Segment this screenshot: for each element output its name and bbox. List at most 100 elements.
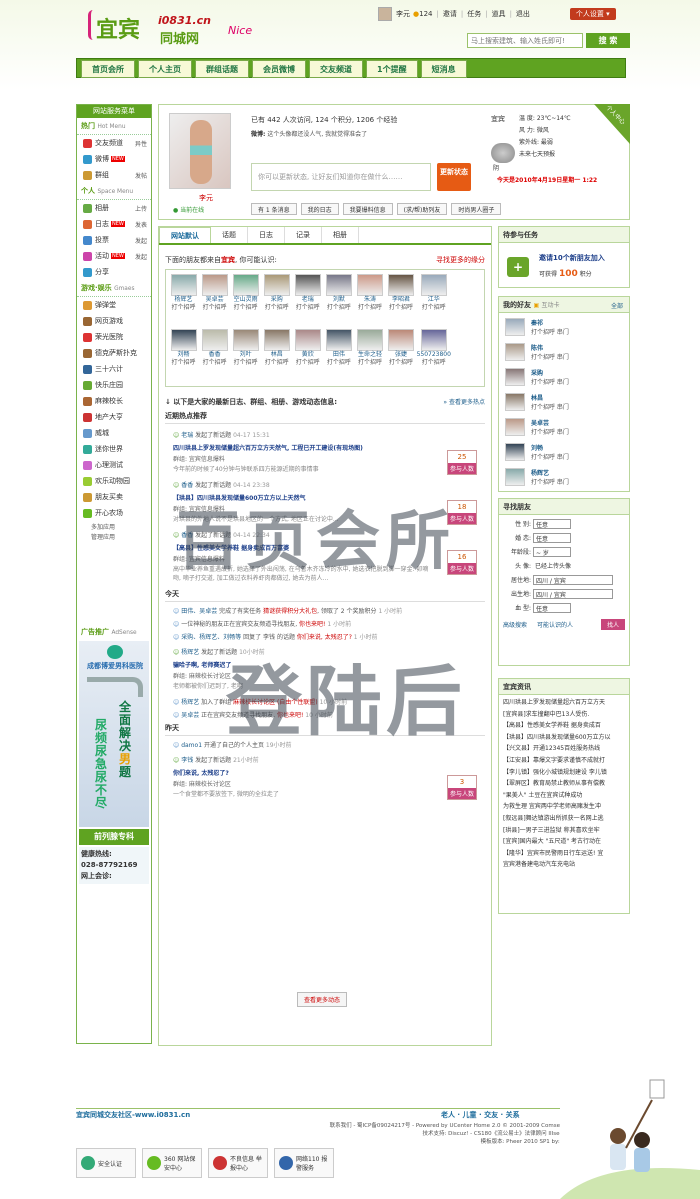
my-friend-row[interactable]: 陈伟 打个招呼 串门 — [505, 341, 623, 363]
game-item[interactable]: 荣光医院 — [77, 329, 151, 345]
greet-link[interactable]: 打个招呼 — [172, 359, 196, 367]
nav-groups[interactable]: 群组话题 — [195, 60, 249, 78]
friend-name[interactable]: 田伟 — [333, 351, 345, 359]
mini-who[interactable]: damo1 — [181, 742, 202, 749]
maybe-know-link[interactable]: 可能认识的人 — [537, 620, 573, 629]
greet-link[interactable]: 打个招呼 — [422, 359, 446, 367]
footer-links[interactable]: 老人 · 儿童 · 交友 · 关系 — [441, 1110, 520, 1120]
friend-avatar[interactable] — [170, 274, 197, 296]
friend-name[interactable]: 老瑞 — [302, 296, 314, 304]
friend-name[interactable]: 陈伟 — [531, 343, 569, 352]
find-button[interactable]: 找人 — [600, 619, 625, 630]
greet-link[interactable]: 打个招呼 — [234, 359, 258, 367]
username-link[interactable]: 李元 — [396, 9, 410, 19]
friend-card[interactable]: 江华 打个招呼 — [417, 274, 451, 327]
news-item[interactable]: [珙县]一男子三进监狱 称其喜欢坐牢 — [503, 825, 625, 837]
friend-card[interactable]: 采购 打个招呼 — [261, 274, 292, 327]
friend-name[interactable]: 采购 — [531, 368, 569, 377]
news-item[interactable]: 【翠屏区】教育局禁止教师从事有偿教 — [503, 778, 625, 790]
space-item[interactable]: 投票 发起 — [77, 232, 151, 248]
news-item[interactable]: 【高县】性感美女学养鞋 据身卖成百 — [503, 720, 625, 732]
friend-actions[interactable]: 打个招呼 串门 — [531, 477, 569, 486]
news-item[interactable]: "果美人" 土豆在宜宾试种成功 — [503, 790, 625, 802]
news-item[interactable]: 为救生理 宜宾两中学老师高赌发生冲 — [503, 801, 625, 813]
friend-actions[interactable]: 打个招呼 串门 — [531, 377, 569, 386]
space-extra-link[interactable]: 发起 — [135, 236, 147, 245]
friend-card[interactable]: 黄欣 打个招呼 — [292, 329, 323, 382]
friend-actions[interactable]: 打个招呼 串门 — [531, 427, 569, 436]
friend-avatar[interactable] — [505, 418, 525, 436]
my-friends-sub[interactable]: 互动卡 — [542, 302, 560, 309]
friend-name[interactable]: 吴卓芸 — [206, 296, 224, 304]
my-friend-row[interactable]: 吴卓芸 打个招呼 串门 — [505, 416, 623, 438]
nav-dating[interactable]: 交友频道 — [309, 60, 363, 78]
entry-group[interactable]: 群组: 麻辣校长讨论区 — [173, 779, 477, 788]
friend-avatar[interactable] — [294, 274, 321, 296]
messages-button[interactable]: 有 1 条消息 — [251, 203, 297, 215]
field-select[interactable]: 已经上传头像 — [533, 560, 574, 571]
friend-card[interactable]: 刘畅 打个招呼 — [168, 329, 199, 382]
friend-actions[interactable]: 打个招呼 串门 — [531, 327, 569, 336]
news-item[interactable]: 【珙县】四川珙县发现储量600万立方以 — [503, 732, 625, 744]
participant-label[interactable]: 参与人数 — [448, 463, 476, 474]
tab-records[interactable]: 记录 — [285, 227, 322, 243]
task-name[interactable]: 邀请10个新朋友加入 — [539, 253, 605, 263]
friend-card[interactable]: 550723800 打个招呼 — [417, 329, 451, 382]
props-link[interactable]: 道具 — [492, 9, 506, 19]
nav-messages[interactable]: 短消息 — [420, 60, 467, 78]
space-item[interactable]: 活动 NEW 发起 — [77, 248, 151, 264]
field-select[interactable]: 四川 / 宜宾 — [533, 588, 613, 599]
advanced-search-link[interactable]: 高级搜索 — [503, 620, 527, 629]
entry-author[interactable]: 老瑞 — [181, 432, 193, 439]
entry-group[interactable]: 群组: 宜宾信息爆料 — [173, 454, 477, 463]
participant-label[interactable]: 参与人数 — [448, 788, 476, 799]
space-extra-link[interactable]: 上传 — [135, 204, 147, 213]
friend-card[interactable]: 老瑞 打个招呼 — [292, 274, 323, 327]
friend-name[interactable]: 黄欣 — [302, 351, 314, 359]
hot-item[interactable]: 群组 发帖 — [77, 167, 151, 183]
field-select[interactable]: 四川 / 宜宾 — [533, 574, 613, 585]
friend-name[interactable]: 刘畅 — [531, 443, 569, 452]
friend-card[interactable]: 吴卓芸 打个招呼 — [199, 274, 230, 327]
mini-target-link[interactable]: 猜谜获得积分大礼包 — [263, 608, 317, 615]
field-select[interactable]: 任意 — [533, 602, 571, 613]
report-button[interactable]: 我要爆料信息 — [342, 203, 393, 215]
find-more-friends-link[interactable]: 寻找更多的缘分 — [436, 255, 485, 265]
news-item[interactable]: [宜宾县]求车撞翻中巴13人受伤. — [503, 709, 625, 721]
my-friend-row[interactable]: 秦祁 打个招呼 串门 — [505, 316, 623, 338]
friend-name[interactable]: 550723800 — [417, 351, 451, 359]
invite-link[interactable]: 邀请 — [443, 9, 457, 19]
greet-link[interactable]: 打个招呼 — [296, 359, 320, 367]
space-item[interactable]: 日志 NEW 发表 — [77, 216, 151, 232]
entry-author[interactable]: 香香 — [181, 482, 193, 489]
friend-actions[interactable]: 打个招呼 串门 — [531, 352, 569, 361]
friend-name[interactable]: 杨辉艺 — [531, 468, 569, 477]
greet-link[interactable]: 打个招呼 — [203, 359, 227, 367]
friend-actions[interactable]: 打个招呼 串门 — [531, 402, 569, 411]
hot-extra-link[interactable]: 发帖 — [135, 171, 147, 180]
mini-who[interactable]: 田伟、吴卓芸 — [181, 608, 217, 615]
nav-reminders[interactable]: 1个提醒 — [366, 60, 418, 78]
friend-name[interactable]: 林昌 — [531, 393, 569, 402]
friend-name[interactable]: 秦祁 — [531, 318, 569, 327]
user-avatar[interactable] — [378, 7, 392, 21]
security-badge[interactable]: 不良信息 举报中心 — [208, 1148, 268, 1178]
friend-name[interactable]: 刘默 — [333, 296, 345, 304]
mini-who[interactable]: 杨辉艺 — [181, 699, 199, 706]
friend-card[interactable]: 李昭君 打个招呼 — [385, 274, 416, 327]
friend-name[interactable]: 采购 — [271, 296, 283, 304]
friend-avatar[interactable] — [505, 443, 525, 461]
space-extra-link[interactable]: 发表 — [135, 220, 147, 229]
entry-author[interactable]: 李钱 — [181, 757, 193, 764]
settings-button[interactable]: 个人设置 ▾ — [569, 8, 616, 20]
friend-name[interactable]: 生命之轻 — [358, 351, 382, 359]
hot-item[interactable]: 微博 NEW — [77, 151, 151, 167]
tab-albums[interactable]: 相册 — [322, 227, 359, 243]
friend-name[interactable]: 张婕 — [395, 351, 407, 359]
friend-avatar[interactable] — [201, 274, 228, 296]
update-status-button[interactable]: 更新状态 — [437, 163, 471, 191]
friend-card[interactable] — [451, 274, 482, 327]
personal-center-ribbon[interactable]: 个人中心 — [594, 104, 630, 144]
game-item[interactable]: 三十六计 — [77, 361, 151, 377]
greet-link[interactable]: 打个招呼 — [172, 304, 196, 312]
